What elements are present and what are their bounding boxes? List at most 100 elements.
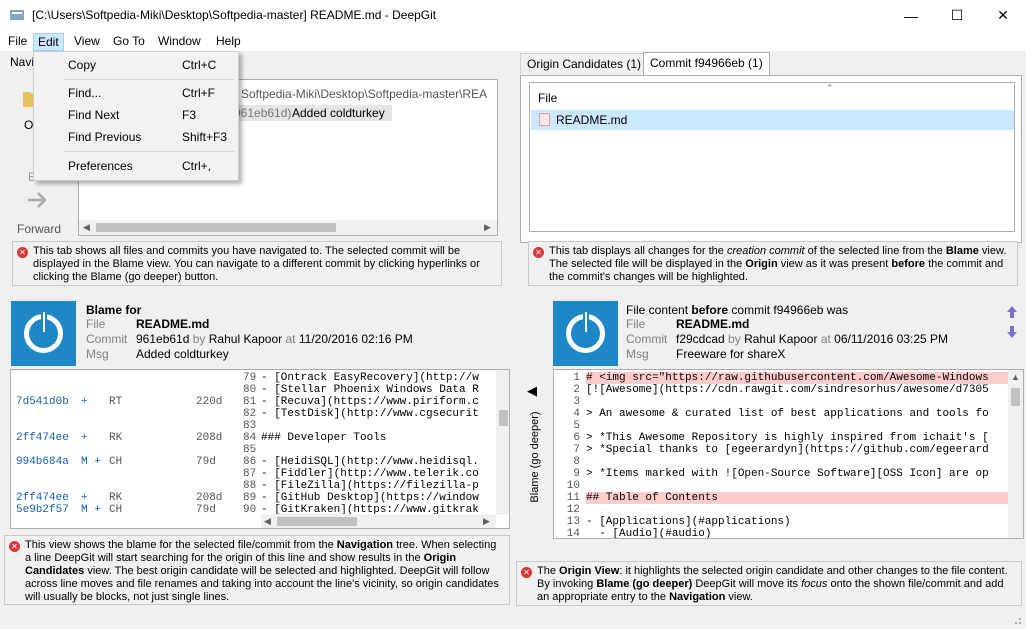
menu-edit[interactable]: Edit: [33, 33, 64, 51]
forward-button[interactable]: Forward: [17, 222, 61, 236]
line-number: 2: [573, 384, 580, 396]
vertical-scrollbar[interactable]: ▲: [1008, 370, 1023, 538]
code-line[interactable]: > An awesome & curated list of best appl…: [586, 408, 989, 420]
origin-source[interactable]: # <img src="https://raw.githubuserconten…: [586, 370, 1008, 538]
scroll-thumb[interactable]: [1011, 388, 1020, 406]
menu-window[interactable]: Window: [154, 33, 205, 51]
title-bar: [C:\Users\Softpedia-Miki\Desktop\Softped…: [0, 0, 1026, 31]
origin-title-pre: File content: [626, 303, 689, 317]
blame-hash[interactable]: 2ff474ee: [16, 492, 69, 504]
tab-commit[interactable]: Commit f94966eb (1): [643, 52, 770, 75]
blame-hash[interactable]: 7d541d0b: [16, 396, 69, 408]
blame-help-note: ✕ This view shows the blame for the sele…: [4, 535, 510, 605]
menu-file[interactable]: File: [4, 33, 31, 51]
blame-gutter[interactable]: 79 80 7d541d0b + RT 220d 81 82 83 2ff474ee + R…: [11, 370, 261, 528]
tab-origin-candidates[interactable]: Origin Candidates (1): [520, 53, 649, 74]
tree-commit-row[interactable]: 961eb61d) Added coldturkey: [234, 105, 392, 121]
menu-item-preferences[interactable]: Preferences Ctrl+,: [34, 156, 238, 176]
scroll-thumb[interactable]: [499, 410, 508, 426]
line-number: 88: [243, 480, 257, 492]
blame-date: 11/20/2016 02:16 PM: [298, 332, 413, 346]
menu-view[interactable]: View: [70, 33, 104, 51]
code-line[interactable]: - [Stellar Phoenix Windows Data R: [261, 384, 479, 396]
maximize-button[interactable]: ☐: [934, 0, 980, 31]
code-line[interactable]: - [Recuva](https://www.piriform.c: [261, 396, 479, 408]
line-number: 13: [566, 516, 580, 528]
code-line[interactable]: - [Fiddler](http://www.telerik.co: [261, 468, 479, 480]
navigation-help-note: ✕ This tab shows all files and commits y…: [12, 241, 502, 286]
go-deeper-label: Blame (go deeper): [529, 411, 541, 503]
scroll-left-icon[interactable]: ◀: [83, 222, 90, 233]
line-number: 11: [566, 492, 580, 504]
origin-code-area[interactable]: 1 2 3 4 5 6 7 8 9 10 11 12 13 14 # <img …: [553, 369, 1024, 539]
blame-age: 208d: [196, 432, 223, 444]
blame-hash[interactable]: 2ff474ee: [16, 432, 69, 444]
scroll-up-icon[interactable]: ▲: [1011, 372, 1020, 382]
blame-hash[interactable]: 5e9b2f57: [16, 504, 69, 516]
line-number: 3: [573, 396, 580, 408]
menu-item-copy[interactable]: Copy Ctrl+C: [34, 55, 238, 75]
code-line[interactable]: - [TestDisk](http://www.cgsecurit: [261, 408, 479, 420]
scroll-right-icon[interactable]: ▶: [484, 222, 491, 233]
scroll-thumb[interactable]: [277, 517, 357, 526]
horizontal-scrollbar[interactable]: ◀ ▶: [79, 220, 497, 235]
scroll-thumb[interactable]: [96, 223, 336, 232]
code-line[interactable]: - [GitHub Desktop](https://window: [261, 492, 479, 504]
line-number: 83: [243, 420, 257, 432]
minimize-button[interactable]: —: [888, 0, 934, 31]
blame-by: by: [192, 332, 206, 346]
menu-item-label: Find Next: [68, 108, 120, 122]
file-row[interactable]: README.md: [531, 110, 1014, 130]
blame-source[interactable]: - [Ontrack EasyRecovery](http://w - [Ste…: [261, 370, 496, 515]
menu-item-find-previous[interactable]: Find Previous Shift+F3: [34, 127, 238, 147]
resize-grip-icon[interactable]: [1010, 613, 1022, 625]
menu-item-shortcut: Ctrl+F: [182, 86, 215, 100]
sort-chevron-icon[interactable]: ⌃: [826, 83, 834, 94]
vertical-scrollbar[interactable]: [496, 370, 509, 515]
blame-code-area[interactable]: 79 80 7d541d0b + RT 220d 81 82 83 2ff474ee + R…: [10, 369, 510, 529]
file-table[interactable]: File ⌃ README.md: [529, 82, 1015, 232]
menu-goto[interactable]: Go To: [109, 33, 149, 51]
blame-hash[interactable]: 994b684a: [16, 456, 69, 468]
tree-path[interactable]: Softpedia-Miki\Desktop\Softpedia-master\…: [241, 87, 487, 101]
forward-arrow-icon[interactable]: [26, 190, 50, 210]
blame-author-initials: RK: [109, 432, 123, 444]
go-deeper-button[interactable]: ◀ Blame (go deeper): [520, 383, 546, 513]
code-line[interactable]: - [Ontrack EasyRecovery](http://w: [261, 372, 479, 384]
tab-navigation[interactable]: Navi: [10, 55, 34, 69]
blame-msg-key: Msg: [86, 347, 109, 361]
line-number: 80: [243, 384, 257, 396]
line-number: 79: [243, 372, 257, 384]
next-change-icon[interactable]: [1006, 325, 1018, 342]
file-list[interactable]: File ⌃ README.md: [520, 75, 1022, 243]
code-line[interactable]: ### Developer Tools: [261, 432, 386, 444]
code-line[interactable]: [![Awesome](https://cdn.rawgit.com/sindr…: [586, 384, 989, 396]
prev-change-icon[interactable]: [1006, 305, 1018, 322]
line-number: 7: [573, 444, 580, 456]
blame-commit-value[interactable]: 961eb61d: [136, 332, 189, 346]
code-line[interactable]: - [Applications](#applications): [586, 516, 791, 528]
code-line[interactable]: - [HeidiSQL](http://www.heidisql.: [261, 456, 479, 468]
tree-commit-msg: Added coldturkey: [292, 106, 385, 120]
menu-help[interactable]: Help: [212, 33, 245, 51]
code-line[interactable]: - [Audio](#audio): [586, 528, 711, 538]
horizontal-scrollbar[interactable]: ◀ ▶: [261, 514, 496, 528]
code-line[interactable]: > *Special thanks to [egeerardyn](https:…: [586, 444, 989, 456]
close-button[interactable]: ✕: [980, 0, 1026, 31]
code-line-highlighted[interactable]: ## Table of Contents: [586, 492, 1008, 504]
code-line[interactable]: > *This Awesome Repository is highly ins…: [586, 432, 989, 444]
scroll-right-icon[interactable]: ▶: [483, 516, 490, 527]
origin-view-note-text: The Origin View: it highlights the selec…: [537, 565, 1008, 603]
scroll-left-icon[interactable]: ◀: [264, 516, 271, 527]
code-line[interactable]: - [FileZilla](https://filezilla-p: [261, 480, 479, 492]
column-header-file[interactable]: File: [538, 91, 557, 105]
origin-title: File content before commit f94966eb was: [626, 303, 848, 317]
blame-note-text: This view shows the blame for the select…: [25, 539, 499, 603]
menu-bar: File Edit View Go To Window Help: [0, 31, 1026, 51]
menu-item-find[interactable]: Find... Ctrl+F: [34, 83, 238, 103]
code-line-highlighted[interactable]: # <img src="https://raw.githubuserconten…: [586, 372, 1008, 384]
menu-separator: [64, 79, 234, 80]
code-line[interactable]: > *Items marked with ![Open-Source Softw…: [586, 468, 989, 480]
menu-item-find-next[interactable]: Find Next F3: [34, 105, 238, 125]
origin-commit-value[interactable]: f29cdcad: [676, 332, 725, 346]
